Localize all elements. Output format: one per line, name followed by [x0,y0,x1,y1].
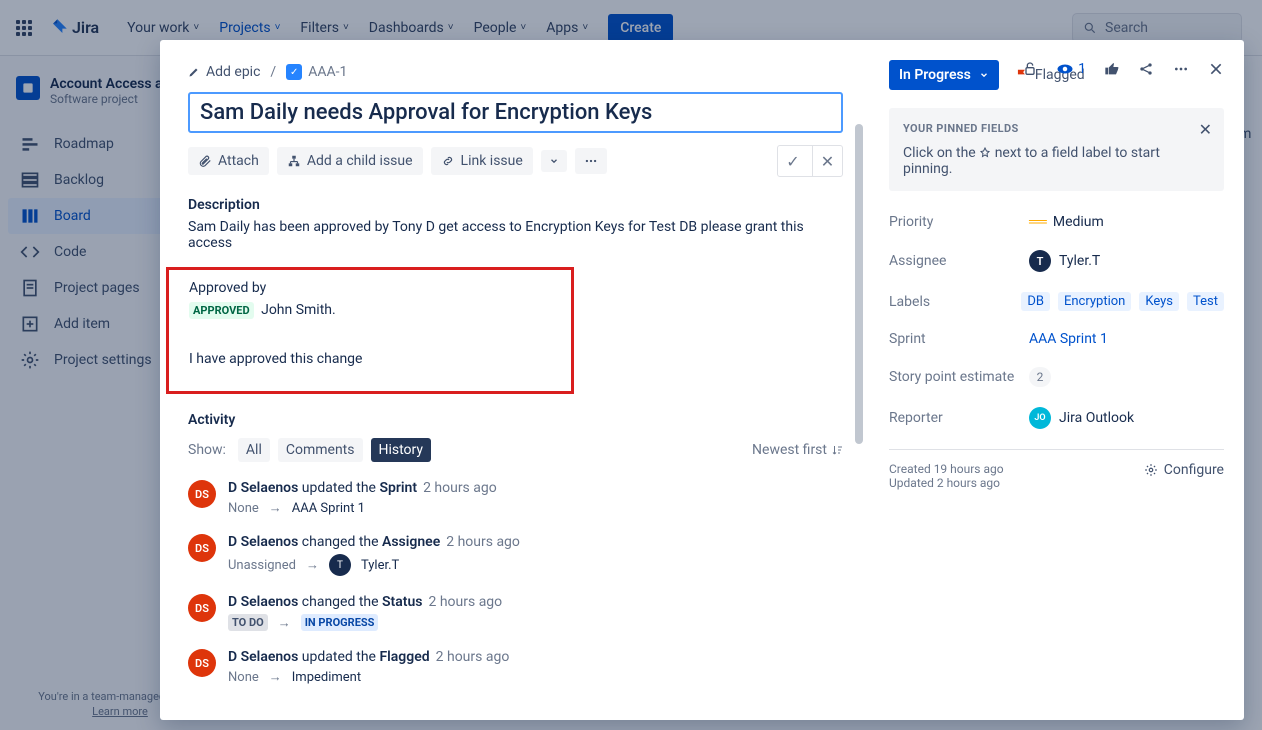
history-avatar: DS [188,649,216,677]
summary-cancel-button[interactable]: ✕ [812,146,842,176]
issue-key-link[interactable]: ✓ AAA-1 [286,64,347,80]
pinned-fields-title: YOUR PINNED FIELDS [903,122,1210,135]
field-assignee[interactable]: Assignee TTyler.T [889,240,1224,282]
status-dropdown[interactable]: In Progress [889,60,999,90]
approval-note: I have approved this change [189,351,551,367]
summary-confirm-cancel: ✓ ✕ [777,145,843,177]
child-issue-icon [287,154,301,168]
summary-confirm-button[interactable]: ✓ [778,146,808,176]
more-toolbar-button[interactable] [575,148,607,174]
activity-show-label: Show: [188,442,226,458]
watch-count: 1 [1078,61,1086,77]
history-item: DSD Selaenos updated the Sprint2 hours a… [188,480,843,516]
created-timestamp: Created 19 hours ago [889,462,1004,476]
reporter-avatar: JO [1029,407,1051,429]
link-issue-button[interactable]: Link issue [431,147,533,175]
attach-button[interactable]: Attach [188,147,269,175]
assignee-avatar: T [1029,250,1051,272]
field-priority[interactable]: Priority ══Medium [889,203,1224,240]
approved-by-heading: Approved by [189,280,551,296]
pinned-fields-text: Click on the next to a field label to st… [903,145,1210,177]
modal-scrollbar[interactable] [855,64,863,720]
history-item: DSD Selaenos changed the Status2 hours a… [188,594,843,631]
close-button[interactable] [1208,61,1224,77]
attach-icon [198,154,212,168]
modal-top-actions: 1 [1022,60,1224,78]
link-icon [441,154,455,168]
activity-tab-comments[interactable]: Comments [278,438,363,462]
pinned-fields-box: YOUR PINNED FIELDS Click on the next to … [889,108,1224,191]
field-reporter[interactable]: Reporter JOJira Outlook [889,397,1224,439]
gear-icon [1144,463,1158,477]
estimate-chip: 2 [1029,367,1051,387]
chevron-down-icon [979,70,989,80]
watch-button[interactable]: 1 [1056,60,1086,78]
history-list: DSD Selaenos updated the Sprint2 hours a… [188,480,843,685]
vote-button[interactable] [1104,61,1120,77]
activity-header: Activity [188,412,843,428]
chevron-down-icon [549,156,559,166]
issue-meta: Created 19 hours ago Updated 2 hours ago… [889,462,1224,490]
label-chip[interactable]: Keys [1139,292,1179,311]
field-labels[interactable]: Labels DBEncryptionKeysTest [889,282,1224,321]
issue-side-panel: In Progress Flagged YOUR PINNED FIELDS C… [879,40,1244,720]
label-chip[interactable]: Encryption [1058,292,1131,311]
configure-button[interactable]: Configure [1144,462,1224,478]
label-chip[interactable]: DB [1021,292,1050,311]
label-chip[interactable]: Test [1187,292,1224,311]
eye-icon [1056,60,1074,78]
history-avatar: DS [188,594,216,622]
field-story-points[interactable]: Story point estimate 2 [889,357,1224,397]
issue-modal: 1 Add epic / ✓ AAA-1 Attach Add [160,40,1244,720]
pencil-icon [188,66,200,78]
priority-medium-icon: ══ [1029,213,1045,230]
description-text[interactable]: Sam Daily has been approved by Tony D ge… [188,219,843,251]
add-epic-link[interactable]: Add epic [188,64,260,80]
field-sprint[interactable]: Sprint AAA Sprint 1 [889,321,1224,357]
more-icon [583,154,599,168]
breadcrumb: Add epic / ✓ AAA-1 [188,64,843,80]
issue-type-icon: ✓ [286,64,302,80]
description-label: Description [188,197,843,213]
history-item: DSD Selaenos updated the Flagged2 hours … [188,649,843,685]
approved-badge: APPROVED [189,302,254,319]
approved-by-line: APPROVED John Smith. [189,302,551,319]
add-child-button[interactable]: Add a child issue [277,147,423,175]
approved-by-name: John Smith. [261,302,336,318]
sort-icon [831,444,843,456]
activity-tab-history[interactable]: History [371,438,432,462]
side-divider [889,449,1224,450]
more-actions-button[interactable] [1172,61,1190,77]
activity-tab-all[interactable]: All [238,438,270,462]
approval-highlight-box: Approved by APPROVED John Smith. I have … [166,267,574,394]
pin-icon [979,147,991,159]
share-button[interactable] [1138,61,1154,77]
history-avatar: DS [188,480,216,508]
history-item: DSD Selaenos changed the Assignee2 hours… [188,534,843,576]
activity-sort-button[interactable]: Newest first [752,442,843,458]
issue-summary-input[interactable] [188,92,843,133]
history-avatar: DS [188,534,216,562]
pinned-close-button[interactable]: ✕ [1199,120,1212,139]
updated-timestamp: Updated 2 hours ago [889,476,1004,490]
link-dropdown-button[interactable] [541,150,567,172]
activity-tabs: Show: All Comments History Newest first [188,438,843,462]
lock-icon[interactable] [1022,61,1038,77]
issue-toolbar: Attach Add a child issue Link issue ✓ ✕ [188,145,843,177]
breadcrumb-sep: / [270,64,276,80]
